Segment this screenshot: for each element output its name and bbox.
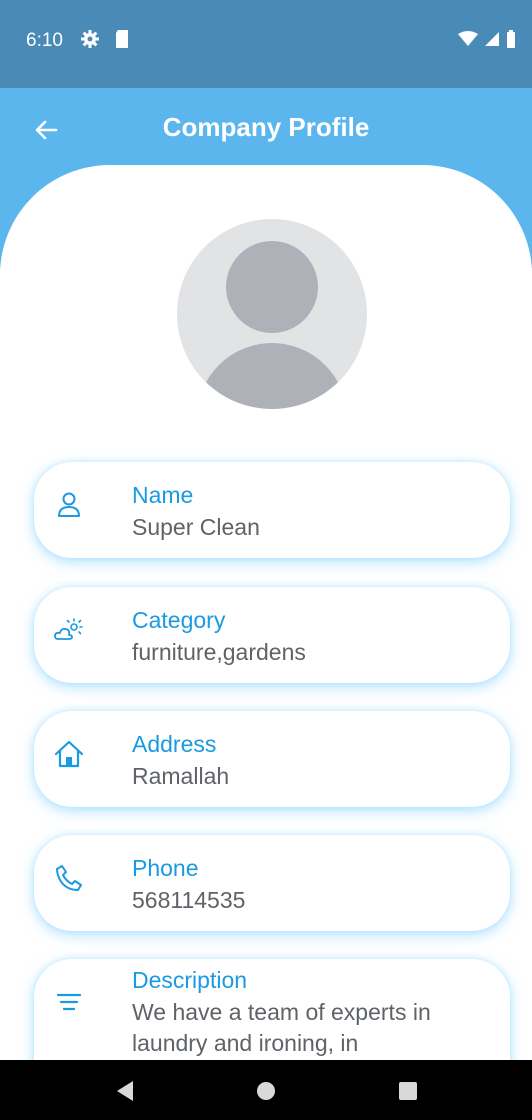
category-card: Category furniture,gardens — [34, 587, 510, 683]
battery-icon — [507, 30, 515, 48]
phone-icon — [56, 865, 82, 891]
settings-gear-icon — [81, 30, 99, 48]
description-value: We have a team of experts in laundry and… — [132, 999, 431, 1056]
status-bar: 6:10 — [0, 0, 532, 88]
wifi-icon — [458, 31, 478, 46]
address-value: Ramallah — [132, 763, 230, 789]
avatar-head — [226, 241, 318, 333]
cloud-sun-icon — [54, 618, 83, 640]
menu-lines-icon — [56, 993, 82, 1011]
system-nav-bar — [0, 1060, 532, 1120]
sd-card-icon — [116, 30, 128, 48]
address-card: Address Ramallah — [34, 711, 510, 807]
address-label: Address — [132, 731, 217, 757]
description-card: Description We have a team of experts in… — [34, 959, 510, 1060]
name-value: Super Clean — [132, 514, 260, 540]
category-value: furniture,gardens — [132, 639, 306, 665]
nav-home-icon[interactable] — [256, 1081, 276, 1101]
phone-label: Phone — [132, 855, 199, 881]
name-card: Name Super Clean — [34, 462, 510, 558]
home-icon — [54, 740, 84, 768]
avatar — [177, 219, 367, 409]
signal-icon — [485, 32, 499, 46]
nav-back-icon[interactable] — [115, 1080, 135, 1102]
avatar-body — [197, 343, 347, 409]
status-time: 6:10 — [26, 30, 63, 51]
nav-recents-icon[interactable] — [398, 1081, 418, 1101]
person-icon — [58, 492, 80, 517]
page-title: Company Profile — [162, 112, 370, 142]
description-label: Description — [132, 967, 248, 993]
phone-card: Phone 568114535 — [34, 835, 510, 931]
profile-content: Name Super Clean Category furniture,gard… — [0, 165, 532, 1060]
phone-value: 568114535 — [132, 887, 246, 913]
category-label: Category — [132, 607, 226, 633]
name-label: Name — [132, 482, 194, 508]
